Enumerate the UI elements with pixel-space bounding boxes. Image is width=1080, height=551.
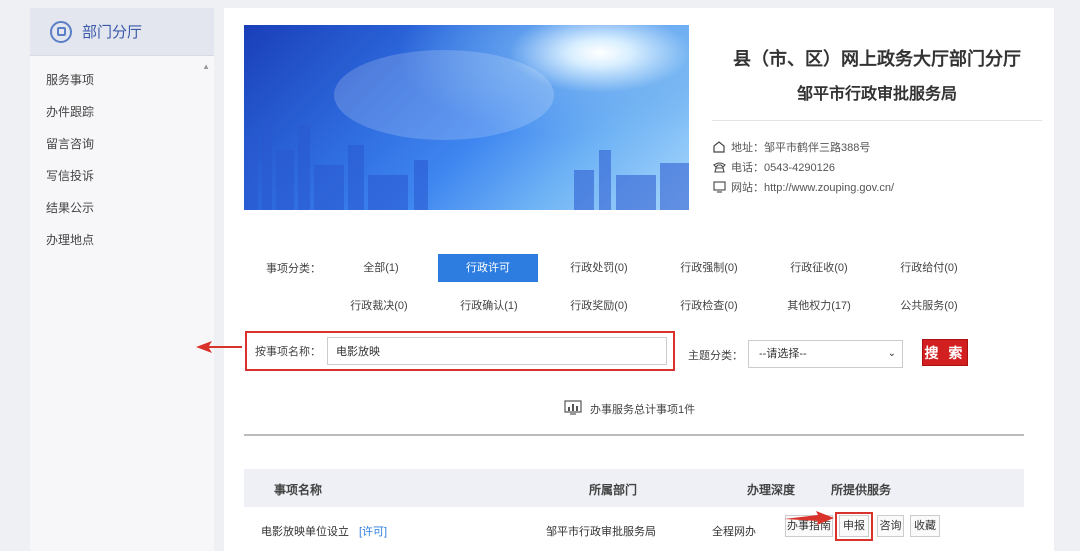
category-admin-enforcement[interactable]: 行政强制(0) — [659, 254, 759, 282]
scroll-up-icon[interactable]: ▲ — [202, 62, 210, 71]
department-icon — [50, 20, 72, 43]
contact-info: 地址：邹平市鹤伴三路388号 电话：0543-4290126 网站：http:/… — [712, 137, 1042, 197]
table-header: 事项名称 所属部门 办理深度 所提供服务 — [244, 469, 1024, 507]
theme-label: 主题分类： — [688, 350, 743, 362]
website-row: 网站：http://www.zouping.gov.cn/ — [712, 177, 1042, 197]
main-panel: 县（市、区）网上政务大厅部门分厅 邹平市行政审批服务局 地址：邹平市鹤伴三路38… — [224, 8, 1054, 551]
phone-row: 电话：0543-4290126 — [712, 157, 1042, 177]
category-admin-levy[interactable]: 行政征收(0) — [769, 254, 869, 282]
department-info: 县（市、区）网上政务大厅部门分厅 邹平市行政审批服务局 地址：邹平市鹤伴三路38… — [712, 46, 1042, 197]
search-button[interactable]: 搜 索 — [922, 339, 968, 366]
category-other-powers[interactable]: 其他权力(17) — [769, 292, 869, 320]
favorite-button[interactable]: 收藏 — [910, 515, 940, 537]
department-subtitle: 邹平市行政审批服务局 — [796, 86, 957, 103]
sidebar-item-services[interactable]: 服务事项 — [30, 64, 214, 96]
monitor-icon — [712, 181, 726, 193]
name-search-group: 按事项名称： — [245, 331, 675, 371]
total-text: 办事服务总计事项1件 — [590, 404, 696, 416]
header-name: 事项名称 — [274, 483, 323, 497]
header-depth: 办理深度 — [747, 483, 796, 497]
phone-text: 电话：0543-4290126 — [731, 162, 835, 174]
category-admin-penalty[interactable]: 行政处罚(0) — [549, 254, 649, 282]
department-title: 县（市、区）网上政务大厅部门分厅 — [733, 49, 1021, 69]
divider — [712, 120, 1042, 121]
theme-select[interactable]: --请选择-- ⌄ — [748, 340, 903, 368]
theme-select-value: --请选择-- — [759, 348, 807, 360]
header-dept: 所属部门 — [589, 483, 638, 497]
sidebar: 部门分厅 ▲ 服务事项 办件跟踪 留言咨询 写信投诉 结果公示 办理地点 — [30, 8, 214, 551]
item-name-link[interactable]: 电影放映单位设立 — [261, 526, 349, 538]
table-row: 电影放映单位设立 [许可] 邹平市行政审批服务局 全程网办 办事指南 申报 咨询 … — [244, 511, 1024, 551]
category-admin-reward[interactable]: 行政奖励(0) — [549, 292, 649, 320]
category-admin-confirmation[interactable]: 行政确认(1) — [439, 292, 539, 320]
depth-cell: 全程网办 — [712, 526, 756, 538]
sidebar-item-locations[interactable]: 办理地点 — [30, 224, 214, 256]
banner-image — [244, 25, 689, 210]
category-admin-payment[interactable]: 行政给付(0) — [879, 254, 979, 282]
item-name-cell: 电影放映单位设立 [许可] — [261, 523, 387, 539]
divider-line — [244, 434, 1024, 436]
category-label: 事项分类： — [266, 263, 321, 275]
location-icon — [712, 141, 726, 153]
website-link[interactable]: 网站：http://www.zouping.gov.cn/ — [731, 179, 894, 195]
address-row: 地址：邹平市鹤伴三路388号 — [712, 137, 1042, 157]
category-public-service[interactable]: 公共服务(0) — [879, 292, 979, 320]
header-services: 所提供服务 — [831, 483, 892, 497]
apply-highlight — [835, 512, 873, 541]
chevron-down-icon: ⌄ — [887, 348, 896, 359]
sidebar-item-results[interactable]: 结果公示 — [30, 192, 214, 224]
total-summary: 办事服务总计事项1件 — [564, 400, 695, 418]
sidebar-title: 部门分厅 — [82, 24, 143, 41]
category-all[interactable]: 全部(1) — [331, 254, 431, 282]
sidebar-menu: ▲ 服务事项 办件跟踪 留言咨询 写信投诉 结果公示 办理地点 — [30, 56, 214, 256]
category-admin-inspection[interactable]: 行政检查(0) — [659, 292, 759, 320]
name-search-input[interactable] — [327, 337, 667, 365]
phone-icon — [712, 161, 726, 173]
item-tag: [许可] — [359, 526, 388, 538]
address-text: 地址：邹平市鹤伴三路388号 — [731, 142, 871, 154]
dept-cell: 邹平市行政审批服务局 — [546, 526, 656, 538]
annotation-arrow-icon — [196, 341, 242, 353]
annotation-arrow-icon-2 — [784, 511, 834, 525]
category-admin-license[interactable]: 行政许可 — [438, 254, 538, 282]
category-admin-ruling[interactable]: 行政裁决(0) — [329, 292, 429, 320]
sidebar-item-consult[interactable]: 留言咨询 — [30, 128, 214, 160]
sidebar-item-tracking[interactable]: 办件跟踪 — [30, 96, 214, 128]
consult-button[interactable]: 咨询 — [877, 515, 904, 537]
chart-icon — [564, 400, 582, 418]
name-search-label: 按事项名称： — [255, 346, 321, 358]
sidebar-header: 部门分厅 — [30, 8, 214, 56]
sidebar-item-complaint[interactable]: 写信投诉 — [30, 160, 214, 192]
